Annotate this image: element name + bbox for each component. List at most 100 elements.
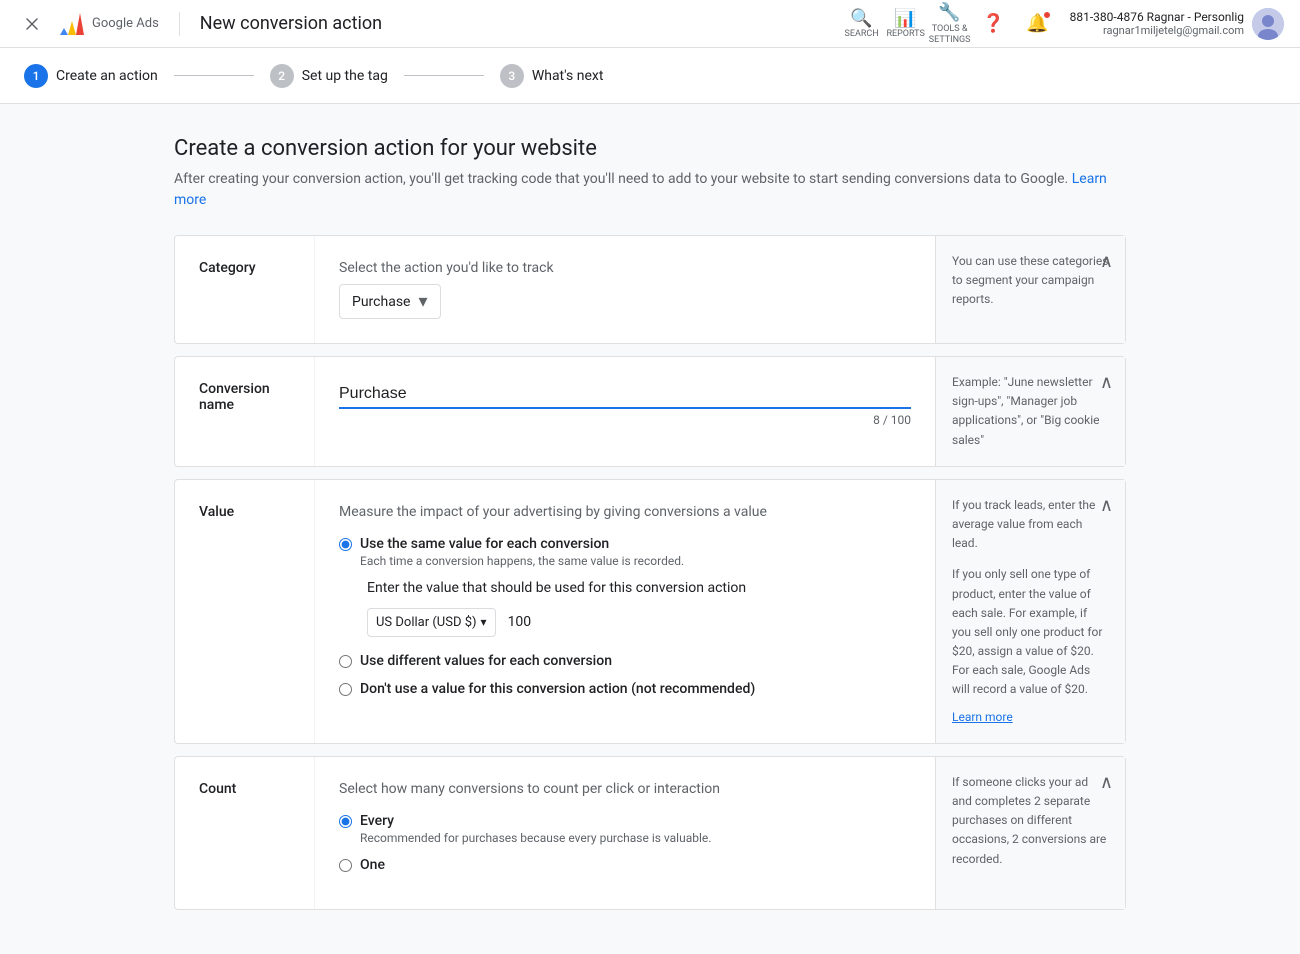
close-button[interactable] — [16, 8, 48, 40]
page-description: After creating your conversion action, y… — [174, 169, 1126, 211]
value-amount: 100 — [508, 614, 532, 630]
user-section: 881-380-4876 Ragnar - Personlig ragnar1m… — [1070, 8, 1284, 40]
value-option-2: Use different values for each conversion — [339, 653, 911, 669]
currency-dropdown-icon: ▾ — [481, 615, 487, 629]
category-main: Select the action you'd like to track Pu… — [315, 236, 935, 343]
value-option-1-sublabel: Each time a conversion happens, the same… — [360, 554, 684, 568]
value-radio-1[interactable] — [339, 538, 352, 551]
category-dropdown-icon: ▾ — [418, 291, 427, 312]
step-1-label: Create an action — [56, 68, 158, 84]
conversion-name-collapse-button[interactable]: ∧ — [1100, 369, 1113, 396]
count-option-2-label[interactable]: One — [360, 857, 385, 873]
conversion-name-row: Conversion name 8 / 100 ∧ Example: "June… — [175, 357, 1125, 466]
value-main: Measure the impact of your advertising b… — [315, 480, 935, 743]
user-name: 881-380-4876 Ragnar - Personlig — [1070, 10, 1244, 24]
help-nav-button[interactable]: ❓ — [974, 4, 1014, 44]
char-count: 8 / 100 — [339, 413, 911, 427]
count-radio-2[interactable] — [339, 859, 352, 872]
step-connector-1 — [174, 75, 254, 76]
top-navigation: Google Ads New conversion action 🔍 SEARC… — [0, 0, 1300, 48]
count-option-1-sublabel: Recommended for purchases because every … — [360, 831, 711, 845]
user-email: ragnar1miljetelg@gmail.com — [1070, 24, 1244, 37]
value-option-3-label[interactable]: Don't use a value for this conversion ac… — [360, 681, 755, 697]
count-main: Select how many conversions to count per… — [315, 757, 935, 909]
value-learn-more-link[interactable]: Learn more — [952, 708, 1109, 727]
count-help: ∧ If someone clicks your ad and complete… — [935, 757, 1125, 909]
nav-divider — [179, 12, 180, 36]
page-description-text: After creating your conversion action, y… — [174, 171, 1068, 187]
step-3-circle: 3 — [500, 64, 524, 88]
google-ads-logo: Google Ads — [56, 13, 159, 35]
user-info: 881-380-4876 Ragnar - Personlig ragnar1m… — [1070, 10, 1244, 37]
conversion-name-main: 8 / 100 — [315, 357, 935, 466]
value-option-1: Use the same value for each conversion E… — [339, 536, 911, 568]
reports-label: REPORTS — [886, 30, 924, 39]
category-label: Category — [175, 236, 315, 343]
nav-left: Google Ads New conversion action — [16, 8, 842, 40]
step-connector-2 — [404, 75, 484, 76]
step-1: 1 Create an action — [24, 64, 158, 88]
value-help-text-1: If you track leads, enter the average va… — [952, 496, 1109, 554]
tools-label: TOOLS & SETTINGS — [929, 24, 971, 46]
conversion-name-help: ∧ Example: "June newsletter sign-ups", "… — [935, 357, 1125, 466]
value-option-3: Don't use a value for this conversion ac… — [339, 681, 911, 697]
step-2: 2 Set up the tag — [270, 64, 388, 88]
reports-nav-button[interactable]: 📊 REPORTS — [886, 4, 926, 44]
count-help-text: If someone clicks your ad and completes … — [952, 775, 1106, 866]
count-option-1-label[interactable]: Every — [360, 813, 711, 829]
count-collapse-button[interactable]: ∧ — [1100, 769, 1113, 796]
currency-select[interactable]: US Dollar (USD $) ▾ — [367, 608, 496, 637]
google-ads-label: Google Ads — [92, 16, 159, 31]
value-option-2-label[interactable]: Use different values for each conversion — [360, 653, 612, 669]
count-section: Count Select how many conversions to cou… — [174, 756, 1126, 910]
page-heading: Create a conversion action for your webs… — [174, 136, 1126, 161]
value-radio-3[interactable] — [339, 683, 352, 696]
category-help: ∧ You can use these categories to segmen… — [935, 236, 1125, 343]
notification-button[interactable]: 🔔 — [1018, 4, 1058, 44]
value-learn-more-text: Learn more — [952, 710, 1013, 724]
conversion-name-section: Conversion name 8 / 100 ∧ Example: "June… — [174, 356, 1126, 467]
count-radio-1[interactable] — [339, 815, 352, 828]
search-nav-button[interactable]: 🔍 SEARCH — [842, 4, 882, 44]
avatar[interactable] — [1252, 8, 1284, 40]
reports-icon: 📊 — [894, 8, 916, 29]
search-icon: 🔍 — [850, 8, 872, 29]
category-select-label: Select the action you'd like to track — [339, 260, 911, 276]
value-help: ∧ If you track leads, enter the average … — [935, 480, 1125, 743]
value-input-section: Enter the value that should be used for … — [367, 580, 911, 637]
category-select[interactable]: Purchase ▾ — [339, 284, 441, 319]
count-row: Count Select how many conversions to cou… — [175, 757, 1125, 909]
step-3-label: What's next — [532, 68, 604, 84]
currency-value: US Dollar (USD $) — [376, 615, 477, 630]
count-option-1: Every Recommended for purchases because … — [339, 813, 911, 845]
step-2-label: Set up the tag — [302, 68, 388, 84]
value-input-label: Enter the value that should be used for … — [367, 580, 911, 596]
value-section: Value Measure the impact of your adverti… — [174, 479, 1126, 744]
value-option-1-text: Use the same value for each conversion E… — [360, 536, 684, 568]
category-help-text: You can use these categories to segment … — [952, 254, 1108, 306]
value-label: Value — [175, 480, 315, 743]
tools-nav-button[interactable]: 🔧 TOOLS & SETTINGS — [930, 4, 970, 44]
help-icon: ❓ — [982, 13, 1004, 34]
value-input-row: US Dollar (USD $) ▾ 100 — [367, 608, 911, 637]
step-1-circle: 1 — [24, 64, 48, 88]
value-help-text-2: If you only sell one type of product, en… — [952, 565, 1109, 699]
conversion-name-input[interactable] — [339, 381, 911, 409]
value-row: Value Measure the impact of your adverti… — [175, 480, 1125, 743]
count-option-1-text: Every Recommended for purchases because … — [360, 813, 711, 845]
conversion-name-label: Conversion name — [175, 357, 315, 466]
category-row: Category Select the action you'd like to… — [175, 236, 1125, 343]
main-content: Create a conversion action for your webs… — [150, 104, 1150, 954]
value-option-1-label[interactable]: Use the same value for each conversion — [360, 536, 684, 552]
category-section: Category Select the action you'd like to… — [174, 235, 1126, 344]
step-2-circle: 2 — [270, 64, 294, 88]
page-title-nav: New conversion action — [200, 13, 382, 34]
search-label: SEARCH — [845, 30, 879, 39]
count-label: Count — [175, 757, 315, 909]
value-collapse-button[interactable]: ∧ — [1100, 492, 1113, 519]
notification-badge — [1042, 10, 1052, 20]
value-radio-2[interactable] — [339, 655, 352, 668]
category-collapse-button[interactable]: ∧ — [1100, 248, 1113, 275]
count-description: Select how many conversions to count per… — [339, 781, 911, 797]
stepper: 1 Create an action 2 Set up the tag 3 Wh… — [0, 48, 1300, 104]
